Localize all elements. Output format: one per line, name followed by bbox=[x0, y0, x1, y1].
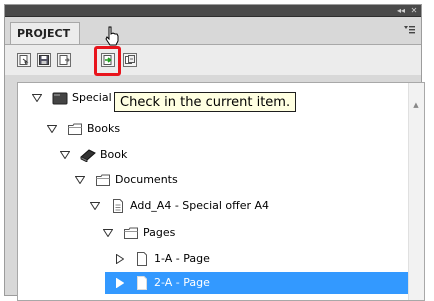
folder-icon bbox=[95, 173, 111, 187]
tree-node-label: Special bbox=[72, 91, 112, 104]
expand-triangle-icon[interactable] bbox=[32, 94, 42, 102]
vertical-scrollbar[interactable]: ▲ bbox=[408, 83, 424, 300]
hand-cursor-icon bbox=[104, 26, 120, 46]
tab-project[interactable]: PROJECT bbox=[10, 22, 80, 44]
tree-row[interactable]: Pages bbox=[18, 222, 408, 244]
folder-icon bbox=[67, 122, 83, 136]
tree-node-label: Book bbox=[100, 148, 128, 161]
close-panel-button[interactable]: ✕ bbox=[409, 5, 419, 16]
refresh-icon[interactable] bbox=[123, 53, 137, 67]
project-tree[interactable]: ▲ Special Books Book Documents Add_A4 - … bbox=[17, 82, 425, 301]
tree-row[interactable]: Documents bbox=[18, 169, 408, 191]
panel-tab-row: PROJECT bbox=[5, 17, 421, 45]
book-icon bbox=[80, 148, 96, 163]
tree-row[interactable]: Book bbox=[18, 144, 408, 166]
check-in-highlight bbox=[94, 46, 121, 76]
expand-triangle-icon[interactable] bbox=[103, 229, 113, 237]
scroll-up-icon[interactable]: ▲ bbox=[411, 101, 421, 109]
page-icon bbox=[134, 252, 150, 266]
tree-row[interactable]: 1-A - Page bbox=[18, 248, 408, 270]
document-icon bbox=[110, 199, 126, 213]
expand-triangle-icon[interactable] bbox=[90, 202, 100, 210]
page-icon bbox=[134, 276, 150, 290]
project-panel: ◂◂ ✕ PROJECT ▲ Special Books Book Docume… bbox=[4, 4, 425, 301]
collapse-panel-button[interactable]: ◂◂ bbox=[395, 5, 407, 16]
collapsed-triangle-icon[interactable] bbox=[116, 278, 126, 288]
folder-icon bbox=[123, 226, 139, 240]
tree-row[interactable]: Add_A4 - Special offer A4 bbox=[18, 195, 408, 217]
tree-node-label: 2-A - Page bbox=[154, 276, 210, 289]
tree-node-label: Documents bbox=[115, 173, 178, 186]
panel-topbar: ◂◂ ✕ bbox=[5, 5, 421, 17]
collapsed-triangle-icon[interactable] bbox=[116, 254, 126, 264]
save-icon[interactable] bbox=[37, 53, 51, 67]
check-out-icon[interactable] bbox=[57, 53, 71, 67]
tree-row[interactable]: Books bbox=[18, 118, 408, 140]
tooltip: Check in the current item. bbox=[114, 92, 297, 112]
folder-dark-icon bbox=[52, 91, 68, 105]
tree-node-label: Pages bbox=[143, 226, 176, 239]
tree-row-selected[interactable]: 2-A - Page bbox=[105, 272, 408, 294]
expand-triangle-icon[interactable] bbox=[60, 151, 70, 159]
tree-node-label: Add_A4 - Special offer A4 bbox=[130, 199, 270, 212]
open-item-icon[interactable] bbox=[17, 53, 31, 67]
tree-node-label: Books bbox=[87, 122, 121, 135]
panel-toolbar bbox=[5, 45, 421, 76]
tree-node-label: 1-A - Page bbox=[154, 252, 210, 265]
panel-menu-icon[interactable] bbox=[403, 23, 415, 37]
expand-triangle-icon[interactable] bbox=[47, 125, 57, 133]
expand-triangle-icon[interactable] bbox=[75, 176, 85, 184]
